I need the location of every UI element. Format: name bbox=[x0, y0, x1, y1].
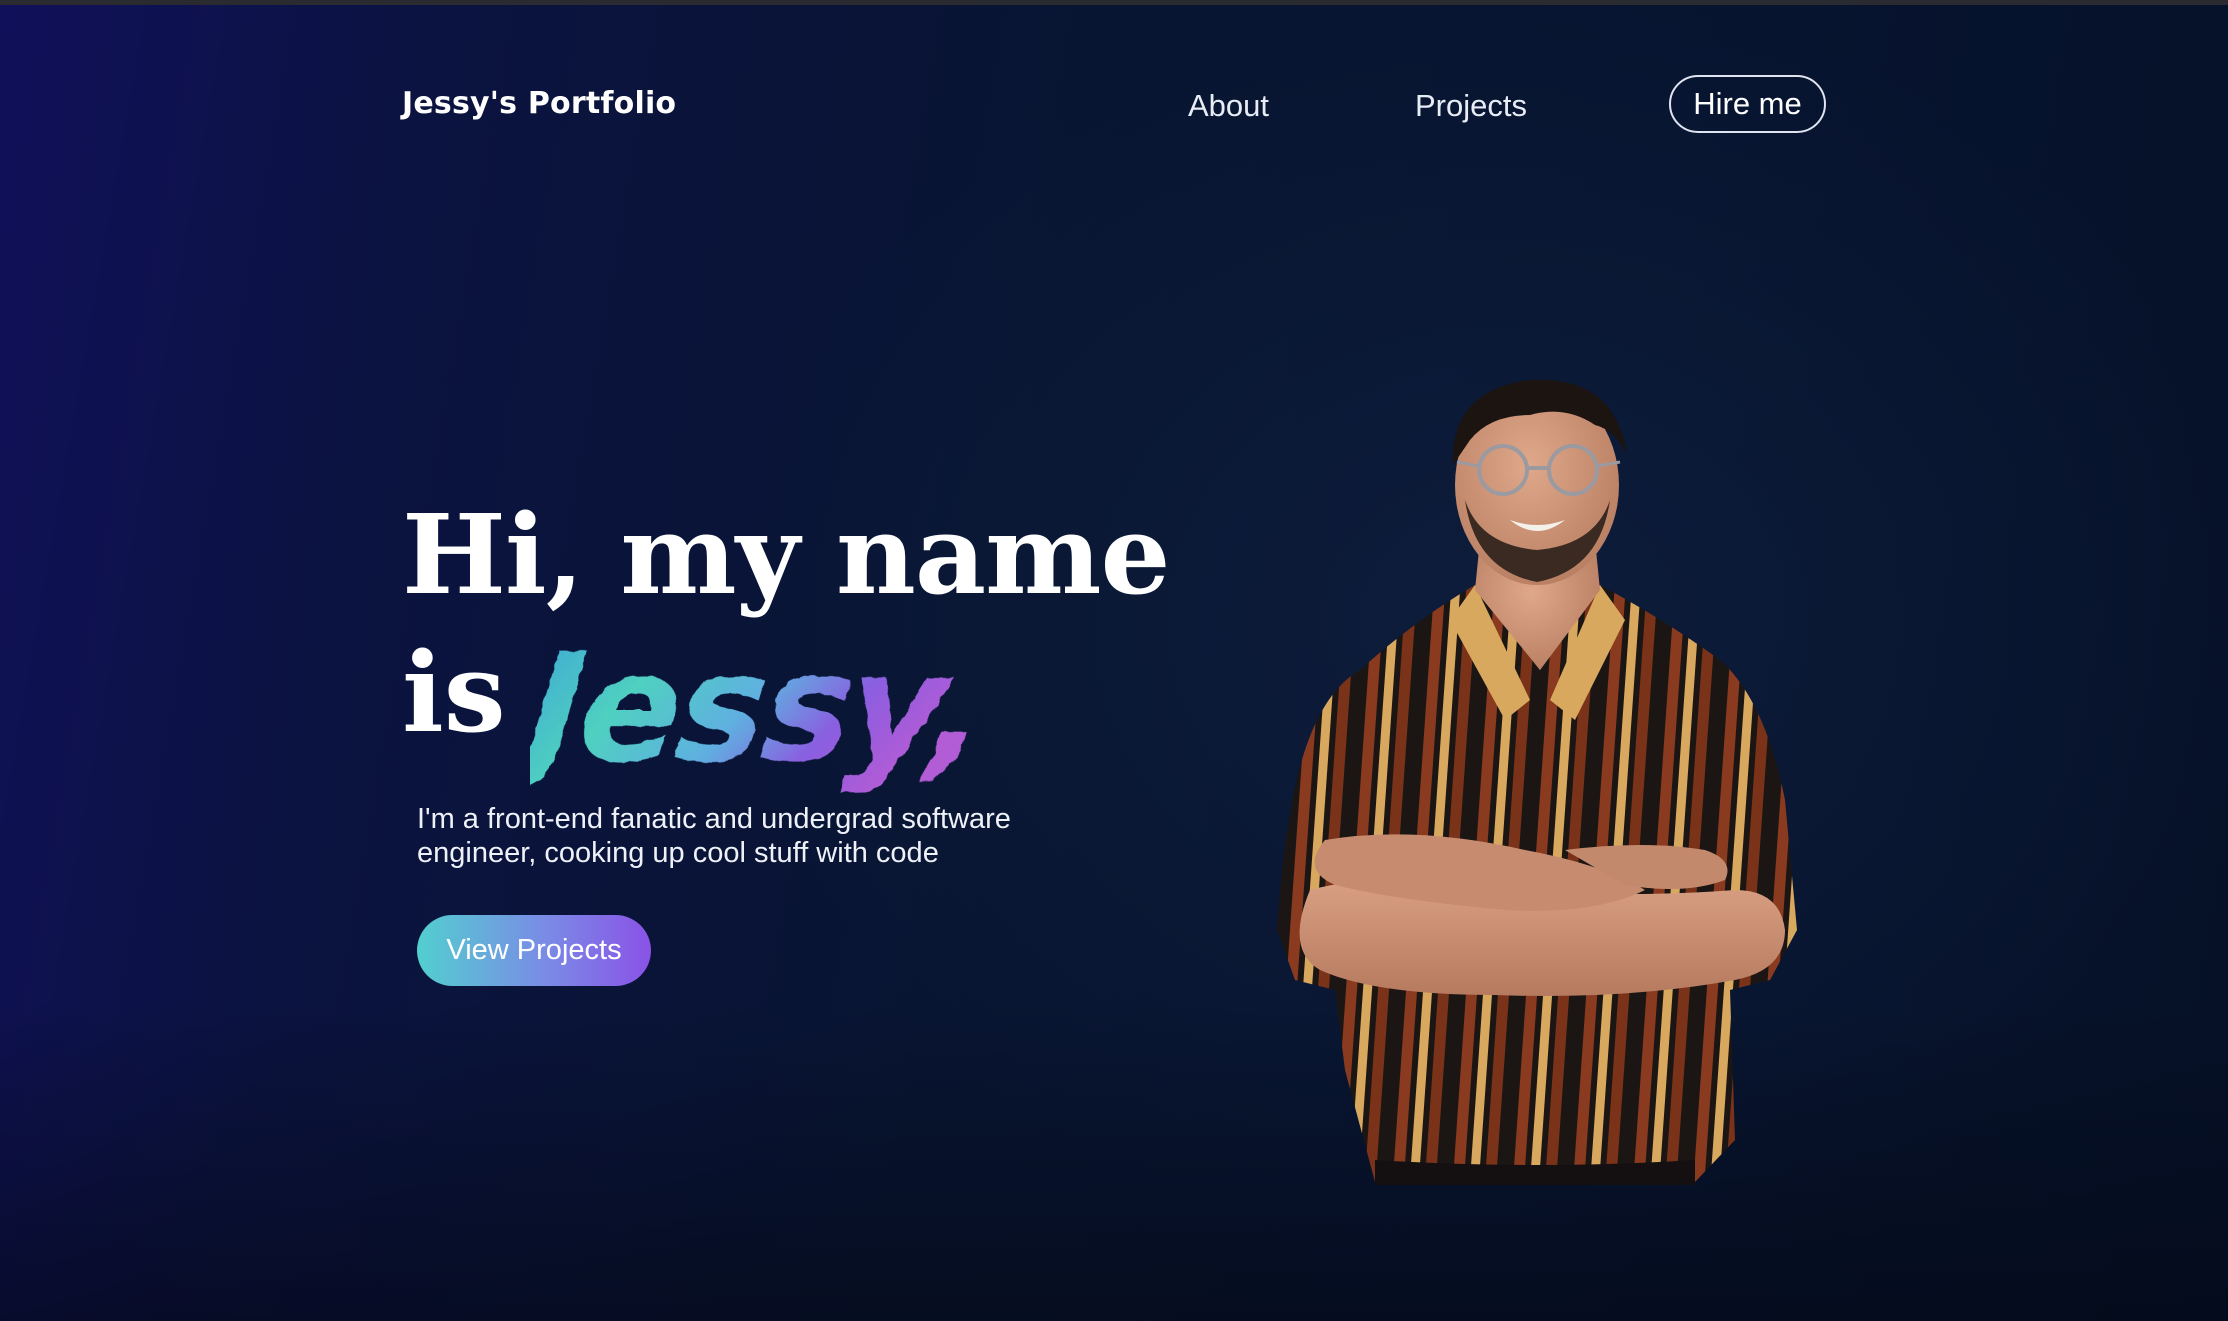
nav-link-about[interactable]: About bbox=[1188, 88, 1269, 124]
hero-subtitle-line2: engineer, cooking up cool stuff with cod… bbox=[417, 837, 939, 869]
hero-name-script: Jessy, bbox=[530, 621, 970, 795]
hire-me-button[interactable]: Hire me bbox=[1669, 75, 1826, 133]
hero-subtitle-line1: I'm a front-end fanatic and undergrad so… bbox=[417, 803, 1011, 835]
hero-subtitle: I'm a front-end fanatic and undergrad so… bbox=[417, 802, 1117, 870]
nav-link-projects[interactable]: Projects bbox=[1415, 88, 1527, 124]
hero-name-script-text: Jessy, bbox=[530, 621, 970, 795]
portfolio-page: Jessy's Portfolio About Projects Hire me… bbox=[0, 0, 2228, 1321]
site-logo[interactable]: Jessy's Portfolio bbox=[402, 86, 676, 121]
person-portrait-icon bbox=[1277, 379, 1797, 1185]
hero-headline-line1: Hi, my name bbox=[402, 490, 1171, 619]
view-projects-button[interactable]: View Projects bbox=[417, 915, 651, 986]
hero-headline-is: is bbox=[402, 628, 506, 757]
browser-top-border bbox=[0, 0, 2228, 5]
